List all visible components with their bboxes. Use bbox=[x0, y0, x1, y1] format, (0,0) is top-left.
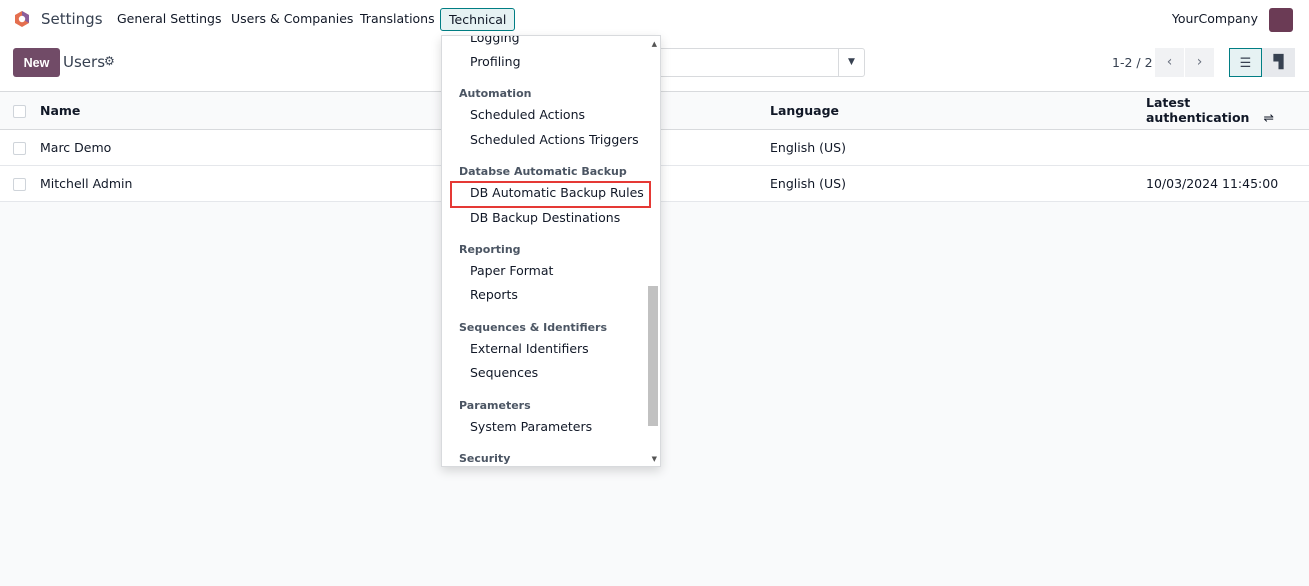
menu-users-companies[interactable]: Users & Companies bbox=[223, 8, 361, 29]
optional-columns-icon[interactable]: ⇌ bbox=[1263, 110, 1273, 125]
pager-value[interactable]: 1-2 / 2 bbox=[1112, 55, 1153, 70]
kanban-view-button[interactable]: ▜ bbox=[1262, 48, 1295, 77]
odoo-logo-icon[interactable] bbox=[13, 10, 31, 28]
section-sequences: Sequences & Identifiers bbox=[459, 321, 608, 334]
section-reporting: Reporting bbox=[459, 243, 521, 256]
company-switcher[interactable]: YourCompany bbox=[1172, 11, 1258, 26]
column-language[interactable]: Language bbox=[770, 92, 1146, 130]
technical-dropdown-menu: Logging Profiling Automation Scheduled A… bbox=[441, 35, 661, 467]
menu-item-logging[interactable]: Logging bbox=[470, 36, 520, 45]
cell-latest: 10/03/2024 11:45:00 bbox=[1146, 165, 1309, 202]
menu-translations[interactable]: Translations bbox=[352, 8, 443, 29]
menu-item-db-automatic-backup-rules[interactable]: DB Automatic Backup Rules bbox=[470, 185, 644, 200]
scroll-down-icon[interactable]: ▼ bbox=[652, 455, 657, 463]
menu-item-profiling[interactable]: Profiling bbox=[470, 54, 521, 69]
menu-item-db-backup-destinations[interactable]: DB Backup Destinations bbox=[470, 210, 620, 225]
section-db-backup: Databse Automatic Backup bbox=[459, 165, 627, 178]
menu-item-external-identifiers[interactable]: External Identifiers bbox=[470, 341, 589, 356]
select-all-checkbox[interactable] bbox=[13, 104, 26, 118]
menu-item-system-parameters[interactable]: System Parameters bbox=[470, 419, 592, 434]
menu-item-scheduled-actions-triggers[interactable]: Scheduled Actions Triggers bbox=[470, 132, 639, 147]
new-button[interactable]: New bbox=[13, 48, 60, 77]
page-title: Users bbox=[63, 53, 106, 71]
user-avatar[interactable] bbox=[1269, 8, 1293, 32]
scroll-up-icon[interactable]: ▲ bbox=[652, 40, 657, 48]
search-input[interactable]: ▼ bbox=[640, 48, 865, 77]
menu-item-sequences[interactable]: Sequences bbox=[470, 365, 538, 380]
menu-item-scheduled-actions[interactable]: Scheduled Actions bbox=[470, 107, 585, 122]
pager-previous-button[interactable]: ‹ bbox=[1155, 48, 1184, 77]
section-automation: Automation bbox=[459, 87, 532, 100]
row-checkbox[interactable] bbox=[13, 141, 26, 155]
section-security: Security bbox=[459, 452, 511, 465]
pager-next-button[interactable]: › bbox=[1185, 48, 1214, 77]
cell-language: English (US) bbox=[770, 129, 1146, 166]
scrollbar-thumb[interactable] bbox=[648, 286, 658, 426]
row-checkbox[interactable] bbox=[13, 177, 26, 191]
menu-general-settings[interactable]: General Settings bbox=[109, 8, 230, 29]
menu-technical[interactable]: Technical bbox=[440, 8, 516, 31]
cell-latest bbox=[1146, 129, 1309, 166]
top-navbar: Settings General Settings Users & Compan… bbox=[0, 0, 1309, 38]
menu-item-reports[interactable]: Reports bbox=[470, 287, 518, 302]
gear-icon[interactable]: ⚙ bbox=[104, 54, 115, 68]
list-view-button[interactable]: ☰ bbox=[1229, 48, 1262, 77]
search-dropdown-toggle-icon[interactable]: ▼ bbox=[838, 49, 864, 76]
section-parameters: Parameters bbox=[459, 399, 531, 412]
menu-item-paper-format[interactable]: Paper Format bbox=[470, 263, 553, 278]
cell-language: English (US) bbox=[770, 165, 1146, 202]
app-title[interactable]: Settings bbox=[41, 10, 103, 28]
column-latest-authentication[interactable]: Latest authentication ⇌ bbox=[1146, 92, 1309, 130]
